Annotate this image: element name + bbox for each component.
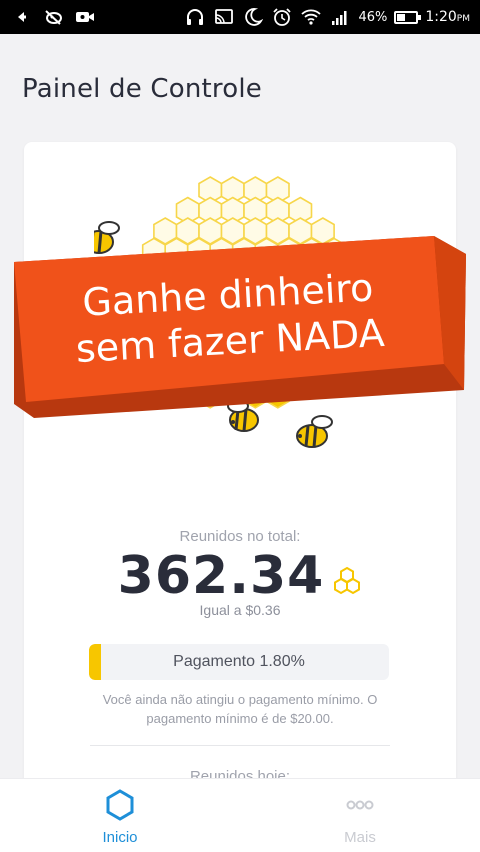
page-title: Painel de Controle [22, 74, 262, 104]
cast-icon [213, 6, 235, 28]
payout-progress: Pagamento 1.80% [89, 644, 389, 680]
alarm-icon [271, 6, 293, 28]
status-left-icons [10, 6, 96, 28]
more-icon [346, 800, 374, 810]
hexagon-icon [106, 789, 134, 821]
video-icon [74, 6, 96, 28]
equal-value: Igual a $0.36 [199, 602, 281, 618]
clock-ampm: PM [456, 14, 470, 24]
signal-icon [329, 6, 351, 28]
battery-percent: 46% [358, 9, 388, 25]
ghost-icon [42, 6, 64, 28]
status-right: 46% 1:20PM [184, 6, 470, 28]
promo-banner: Ganhe dinheiro sem fazer NADA [14, 232, 466, 418]
nav-item-inicio[interactable]: Inicio [0, 779, 240, 852]
divider [90, 745, 390, 746]
arrow-icon [10, 6, 32, 28]
nav-item-mais[interactable]: Mais [240, 779, 480, 852]
clock-time: 1:20 [425, 9, 457, 25]
honey-coin-icon [334, 566, 361, 595]
total-label: Reunidos no total: [179, 528, 301, 545]
total-value: 362.34 [117, 546, 325, 606]
nav-label-inicio: Inicio [102, 829, 138, 846]
headphones-icon [184, 6, 206, 28]
payout-progress-label: Pagamento 1.80% [173, 653, 305, 670]
minimum-payout-note: Você ainda não atingiu o pagamento mínim… [102, 692, 378, 726]
bee-icon [296, 415, 333, 448]
clock: 1:20PM [425, 9, 470, 25]
moon-icon [242, 6, 264, 28]
total-row: 362.34 [24, 546, 456, 606]
battery-icon [394, 10, 422, 24]
battery-level [397, 13, 406, 21]
wifi-icon [300, 6, 322, 28]
status-bar: 46% 1:20PM [0, 0, 480, 34]
nav-label-mais: Mais [344, 829, 376, 846]
bottom-navigation: Inicio Mais [0, 778, 480, 852]
